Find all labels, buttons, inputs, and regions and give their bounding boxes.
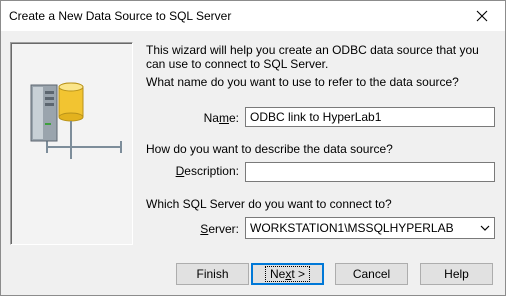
title-bar: Create a New Data Source to SQL Server <box>1 1 505 31</box>
server-database-network-icon <box>30 82 122 159</box>
window-title: Create a New Data Source to SQL Server <box>9 9 232 23</box>
description-question: How do you want to describe the data sou… <box>146 142 393 156</box>
finish-button[interactable]: Finish <box>176 263 249 285</box>
close-button[interactable] <box>459 1 505 31</box>
close-icon <box>476 10 488 22</box>
server-value: WORKSTATION1\MSSQLHYPERLAB <box>250 221 454 235</box>
intro-text: This wizard will help you create an ODBC… <box>146 43 479 71</box>
dialog-window: Create a New Data Source to SQL Server T… <box>0 0 506 296</box>
next-button[interactable]: Next > <box>251 263 324 285</box>
description-label: Description: <box>175 164 239 178</box>
server-question: Which SQL Server do you want to connect … <box>146 197 392 211</box>
server-combobox[interactable]: WORKSTATION1\MSSQLHYPERLAB <box>245 217 495 239</box>
dialog-body: This wizard will help you create an ODBC… <box>1 31 505 295</box>
description-field[interactable] <box>245 162 495 182</box>
server-label: Server: <box>200 222 239 236</box>
name-field[interactable]: ODBC link to HyperLab1 <box>245 107 495 127</box>
chevron-down-icon[interactable] <box>478 221 492 235</box>
help-button[interactable]: Help <box>420 263 493 285</box>
next-button-label: Next > <box>264 266 311 282</box>
wizard-illustration-panel <box>10 42 133 245</box>
cancel-button[interactable]: Cancel <box>335 263 408 285</box>
name-question: What name do you want to use to refer to… <box>146 75 459 89</box>
name-label: Name: <box>203 111 239 125</box>
